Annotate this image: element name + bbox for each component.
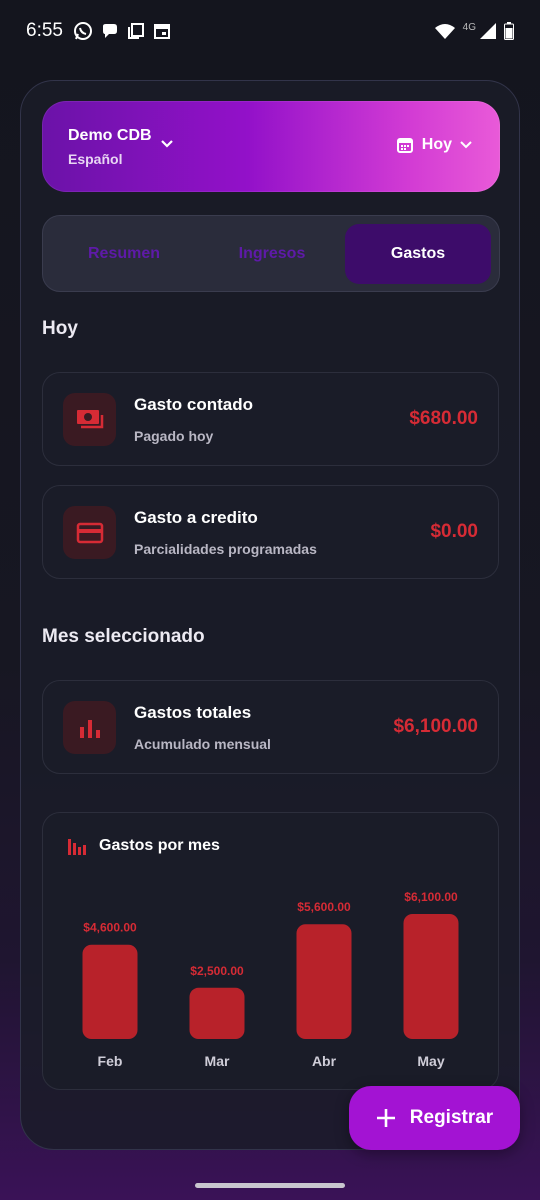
- bar-mar[interactable]: [189, 987, 245, 1039]
- date-filter-label: Hoy: [421, 136, 452, 153]
- company-language: Español: [68, 151, 123, 167]
- metric-subtitle: Acumulado mensual: [134, 736, 271, 752]
- metric-card-total-expenses[interactable]: Gastos totales Acumulado mensual $6,100.…: [42, 680, 499, 774]
- calendar-icon: [396, 138, 413, 153]
- metric-subtitle: Pagado hoy: [134, 428, 214, 444]
- register-button[interactable]: Registrar: [349, 1086, 520, 1150]
- status-time: 6:55: [26, 20, 63, 41]
- bar-chart-icon: [79, 719, 100, 738]
- wifi-icon: [434, 24, 455, 39]
- battery-icon: [504, 22, 514, 40]
- bar-may[interactable]: [403, 914, 459, 1039]
- metric-card-credit-expense[interactable]: Gasto a credito Parcialidades programada…: [42, 485, 499, 579]
- copy-icon: [127, 23, 144, 39]
- bar-value-label: $4,600.00: [83, 921, 137, 935]
- metric-subtitle: Parcialidades programadas: [134, 541, 317, 557]
- x-tick-label: Mar: [205, 1053, 230, 1069]
- calendar-app-icon: [153, 24, 170, 39]
- bar-abr[interactable]: [296, 924, 352, 1039]
- tab-bar: Resumen Ingresos Gastos: [42, 215, 500, 292]
- plus-icon: [376, 1109, 395, 1127]
- bar-value-label: $2,500.00: [190, 964, 244, 978]
- metric-title: Gasto contado: [134, 395, 254, 414]
- chevron-down-icon: [460, 141, 472, 149]
- chart-card: Gastos por mes $4,600.00 Feb $2,500.00 Mar $…: [42, 812, 499, 1090]
- metric-title: Gasto a credito: [134, 508, 258, 527]
- metric-value: $6,100.00: [393, 716, 478, 737]
- metric-value: $680.00: [409, 408, 478, 429]
- bar-value-label: $5,600.00: [297, 900, 351, 914]
- metric-icon-box: [63, 393, 116, 446]
- x-tick-label: Abr: [312, 1053, 337, 1069]
- status-bar: 6:55 4G: [0, 0, 540, 62]
- metric-value: $0.00: [430, 521, 478, 542]
- bar-value-label: $6,100.00: [404, 890, 458, 904]
- app-card: Demo CDB Español Hoy Resumen Ingresos Ga…: [20, 80, 520, 1150]
- tab-resumen[interactable]: Resumen: [51, 224, 197, 284]
- network-type: 4G: [462, 21, 476, 33]
- register-button-label: Registrar: [409, 1107, 494, 1128]
- cash-icon: [76, 409, 103, 428]
- x-tick-label: Feb: [98, 1053, 123, 1069]
- chevron-down-icon[interactable]: [160, 139, 174, 149]
- x-tick-label: May: [417, 1053, 444, 1069]
- expenses-bar-chart: $4,600.00 Feb $2,500.00 Mar $5,600.00 Abr $6,1…: [82, 890, 459, 1069]
- metric-title: Gastos totales: [134, 703, 252, 722]
- signal-icon: [480, 23, 496, 39]
- date-filter-selector[interactable]: Hoy: [396, 136, 472, 154]
- header-banner: Demo CDB Español Hoy: [42, 101, 500, 192]
- bar-feb[interactable]: [82, 944, 138, 1039]
- section-title-month: Mes seleccionado: [42, 626, 205, 647]
- tab-ingresos[interactable]: Ingresos: [199, 224, 345, 284]
- metric-card-cash-expense[interactable]: Gasto contado Pagado hoy $680.00: [42, 372, 499, 466]
- metric-icon-box: [63, 506, 116, 559]
- company-name: Demo CDB: [68, 127, 152, 144]
- section-title-today: Hoy: [42, 318, 78, 339]
- company-selector[interactable]: Demo CDB Español: [68, 127, 152, 167]
- home-indicator: [195, 1183, 345, 1188]
- whatsapp-icon: [73, 22, 92, 40]
- metric-icon-box: [63, 701, 116, 754]
- tab-gastos[interactable]: Gastos: [345, 224, 491, 284]
- credit-card-icon: [76, 522, 103, 543]
- chat-bubble-icon: [102, 24, 117, 38]
